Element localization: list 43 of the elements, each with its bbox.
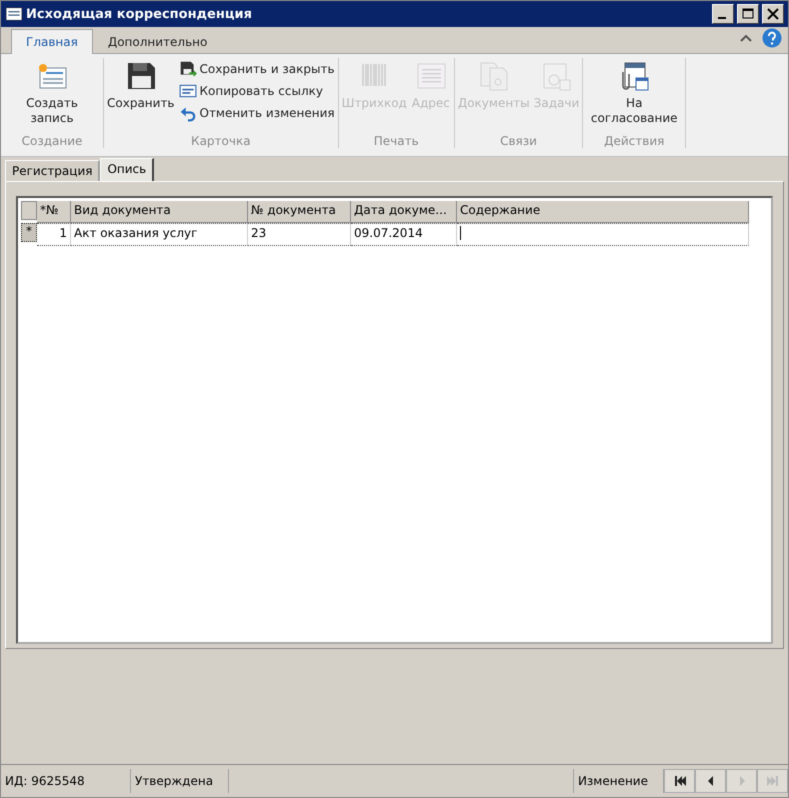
status-field: Утверждена [131, 769, 230, 793]
link-text-icon [178, 82, 196, 100]
column-header[interactable]: Содержание [457, 201, 749, 223]
ribbon-button[interactable]: На согласование [586, 58, 682, 134]
first-record-button[interactable] [664, 769, 695, 793]
group-label: Карточка [190, 134, 252, 148]
previous-record-button[interactable] [695, 769, 726, 793]
ribbon-button[interactable]: Копировать ссылку [178, 82, 335, 100]
status-field: ИД: 9625548 [1, 769, 131, 793]
minimize-button[interactable] [712, 4, 734, 24]
table-cell[interactable]: 09.07.2014 [351, 223, 457, 246]
ribbon-button[interactable]: Отменить изменения [178, 104, 335, 122]
collapse-icon[interactable] [740, 34, 752, 42]
column-header[interactable]: *№ [37, 201, 71, 223]
column-header[interactable]: Вид документа [71, 201, 248, 223]
table-cell[interactable]: Акт оказания услуг [71, 223, 248, 246]
ribbon-button[interactable]: Сохранить [107, 58, 174, 134]
group-label: Действия [603, 134, 666, 148]
page-tab[interactable]: Опись [100, 158, 154, 181]
ribbon-tab[interactable]: Главная [11, 29, 93, 54]
table-cell[interactable] [457, 223, 749, 246]
row-indicator[interactable]: * [21, 223, 37, 242]
group-label: Связи [499, 134, 538, 148]
documents-icon [478, 60, 510, 92]
column-header[interactable]: Дата докуме... [351, 201, 457, 223]
close-button[interactable] [762, 4, 784, 24]
help-icon[interactable] [762, 28, 782, 48]
ribbon-button[interactable]: Создать запись [4, 58, 100, 134]
group-label: Печать [372, 134, 420, 148]
skip-last-icon [766, 776, 778, 786]
maximize-button[interactable] [737, 4, 759, 24]
save-close-icon [178, 60, 196, 78]
ribbon-button[interactable]: Сохранить и закрыть [178, 60, 335, 78]
table-cell[interactable]: 23 [248, 223, 351, 246]
ribbon-tab[interactable]: Дополнительно [92, 29, 222, 54]
window-title: Исходящая корреспонденция [26, 6, 253, 22]
page-tab[interactable]: Регистрация [5, 160, 100, 181]
skip-first-icon [674, 776, 686, 786]
table-cell[interactable]: 1 [37, 223, 71, 246]
header-corner [21, 201, 37, 220]
column-header[interactable]: № документа [248, 201, 351, 223]
group-label: Создание [20, 134, 84, 148]
window-icon [5, 5, 23, 23]
